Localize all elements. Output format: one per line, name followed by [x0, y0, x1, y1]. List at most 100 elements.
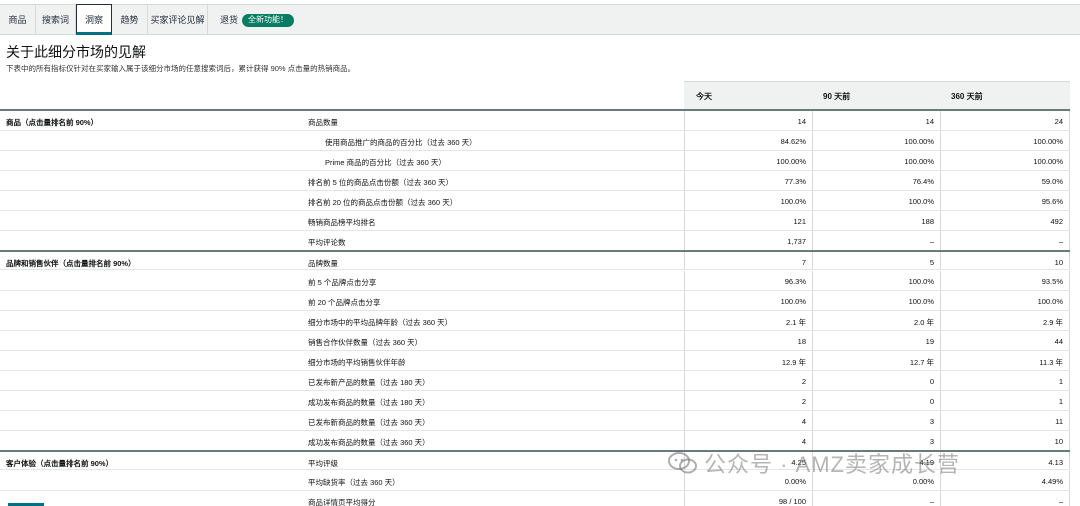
row-metric: 销售合作伙伴数量（过去 360 天） [308, 338, 423, 347]
row-value-today: 4 [684, 411, 812, 430]
table-row: 使用商品推广的商品的百分比（过去 360 天） 84.62% 100.00% 100.… [0, 131, 1070, 151]
tab-insights[interactable]: 洞察 [76, 4, 112, 35]
row-value-90-days: 19 [812, 331, 940, 350]
row-metric: 前 20 个品牌点击分享 [308, 298, 381, 307]
tab-label: 商品 [8, 15, 27, 25]
row-category: 商品（点击量排名前 90%） [6, 118, 99, 127]
table-row: 销售合作伙伴数量（过去 360 天） 18 19 44 [0, 331, 1070, 351]
tab-search-terms[interactable]: 搜索词 [36, 5, 76, 35]
row-value-90-days: 100.00% [812, 151, 940, 170]
table-row: 成功发布商品的数量（过去 180 天） 2 0 1 [0, 391, 1070, 411]
tab-label: 洞察 [84, 15, 103, 25]
row-value-today: 7 [684, 252, 812, 269]
new-feature-badge: 全新功能！ [242, 14, 295, 27]
row-value-360-days: 95.6% [940, 191, 1070, 210]
row-value-360-days: 100.00% [940, 131, 1070, 150]
row-value-90-days: 5 [812, 252, 940, 269]
row-metric: 品牌数量 [308, 259, 338, 268]
row-metric: 成功发布商品的数量（过去 180 天） [308, 398, 430, 407]
row-value-90-days: 12.7 年 [812, 351, 940, 370]
tab-label: 买家评论见解 [150, 15, 205, 25]
row-value-90-days: – [812, 491, 940, 506]
row-metric: 畅销商品榜平均排名 [308, 218, 376, 227]
table-row: 排名前 5 位的商品点击份额（过去 360 天） 77.3% 76.4% 59.0% [0, 171, 1070, 191]
row-value-today: 2 [684, 371, 812, 390]
table-row: 畅销商品榜平均排名 121 188 492 [0, 211, 1070, 231]
row-value-90-days: 100.0% [812, 271, 940, 290]
row-metric: 商品数量 [308, 118, 338, 127]
tab-label: 搜索词 [41, 15, 69, 25]
row-value-360-days: 59.0% [940, 171, 1070, 190]
column-header-today: 今天 [696, 92, 712, 101]
row-value-today: 12.9 年 [684, 351, 812, 370]
table-row: 已发布新产品的数量（过去 180 天） 2 0 1 [0, 371, 1070, 391]
row-value-360-days: 100.00% [940, 151, 1070, 170]
row-value-360-days: 11 [940, 411, 1070, 430]
tab-bar: 商品 搜索词 洞察 趋势 买家评论见解 退货 全新功能！ [0, 4, 1080, 35]
row-value-today: 1,737 [684, 231, 812, 250]
row-value-90-days: 0 [812, 371, 940, 390]
table-row: 商品详情页平均得分 98 / 100– – [0, 491, 1070, 506]
row-value-360-days: 24 [940, 111, 1070, 130]
row-value-today: 18 [684, 331, 812, 350]
page-title: 关于此细分市场的见解 [6, 44, 146, 60]
row-value-today: 2.1 年 [684, 311, 812, 330]
row-value-360-days: 93.5% [940, 271, 1070, 290]
row-value-360-days: 492 [940, 211, 1070, 230]
row-metric: 已发布新商品的数量（过去 360 天） [308, 418, 430, 427]
row-metric: 细分市场的平均销售伙伴年龄 [308, 358, 406, 367]
row-value-360-days: – [940, 231, 1070, 250]
row-value-90-days: 76.4% [812, 171, 940, 190]
row-value-360-days: 1 [940, 371, 1070, 390]
table-row: 前 20 个品牌点击分享 100.0% 100.0% 100.0% [0, 291, 1070, 311]
row-value-90-days: 100.00% [812, 131, 940, 150]
row-value-360-days: 1 [940, 391, 1070, 410]
tab-products[interactable]: 商品 [0, 5, 36, 35]
row-metric: 使用商品推广的商品的百分比（过去 360 天） [325, 138, 477, 147]
tab-trends[interactable]: 趋势 [112, 5, 148, 35]
row-metric: 排名前 20 位的商品点击份额（过去 360 天） [308, 198, 458, 207]
row-metric: 排名前 5 位的商品点击份额（过去 360 天） [308, 178, 454, 187]
wechat-icon [668, 451, 698, 481]
table-header [684, 81, 1070, 111]
row-metric: Prime 商品的百分比（过去 360 天） [325, 158, 446, 167]
row-value-360-days: 11.3 年 [940, 351, 1070, 370]
row-value-360-days: 100.0% [940, 291, 1070, 310]
row-metric: 商品详情页平均得分 [308, 498, 376, 506]
table-row: 细分市场中的平均品牌年龄（过去 360 天） 2.1 年 2.0 年 2.9 年 [0, 311, 1070, 331]
row-value-today: 100.00% [684, 151, 812, 170]
row-category: 品牌和销售伙伴（点击量排名前 90%） [6, 259, 136, 268]
page-description: 下表中的所有指标仅针对在买家输入属于该细分市场的任意搜索词后，累计获得 90% … [6, 64, 356, 73]
row-value-today: 77.3% [684, 171, 812, 190]
row-value-90-days: 188 [812, 211, 940, 230]
row-value-90-days: 0 [812, 391, 940, 410]
row-value-today: 2 [684, 391, 812, 410]
table-row: 细分市场的平均销售伙伴年龄 12.9 年 12.7 年 11.3 年 [0, 351, 1070, 371]
row-value-360-days: 44 [940, 331, 1070, 350]
row-value-360-days: – [940, 491, 1070, 506]
table-row: 平均评论数 1,737– – [0, 231, 1070, 251]
row-value-today: 84.62% [684, 131, 812, 150]
row-value-today: 100.0% [684, 191, 812, 210]
column-header-360-days: 360 天前 [951, 92, 983, 101]
row-value-360-days: 10 [940, 252, 1070, 269]
row-value-90-days: – [812, 231, 940, 250]
row-value-today: 14 [684, 111, 812, 130]
row-metric: 前 5 个品牌点击分享 [308, 278, 377, 287]
table-row: 前 5 个品牌点击分享 96.3% 100.0% 93.5% [0, 271, 1070, 291]
row-value-90-days: 100.0% [812, 291, 940, 310]
row-metric: 细分市场中的平均品牌年龄（过去 360 天） [308, 318, 453, 327]
tab-review-insights[interactable]: 买家评论见解 [148, 5, 208, 35]
tab-returns[interactable]: 退货 全新功能！ [208, 5, 298, 35]
row-value-today: 121 [684, 211, 812, 230]
tab-label: 趋势 [120, 15, 139, 25]
watermark: 公众号 · AMZ卖家成长营 [668, 447, 960, 481]
row-category: 客户体验（点击量排名前 90%） [6, 459, 114, 468]
row-metric: 成功发布商品的数量（过去 360 天） [308, 438, 430, 447]
tab-label: 退货 [220, 15, 239, 25]
row-value-90-days: 3 [812, 411, 940, 430]
table-row: Prime 商品的百分比（过去 360 天） 100.00% 100.00% 100.… [0, 151, 1070, 171]
table-row: 品牌和销售伙伴（点击量排名前 90%） 品牌数量 7 5 10 [0, 250, 1070, 270]
row-value-today: 100.0% [684, 291, 812, 310]
row-value-90-days: 100.0% [812, 191, 940, 210]
